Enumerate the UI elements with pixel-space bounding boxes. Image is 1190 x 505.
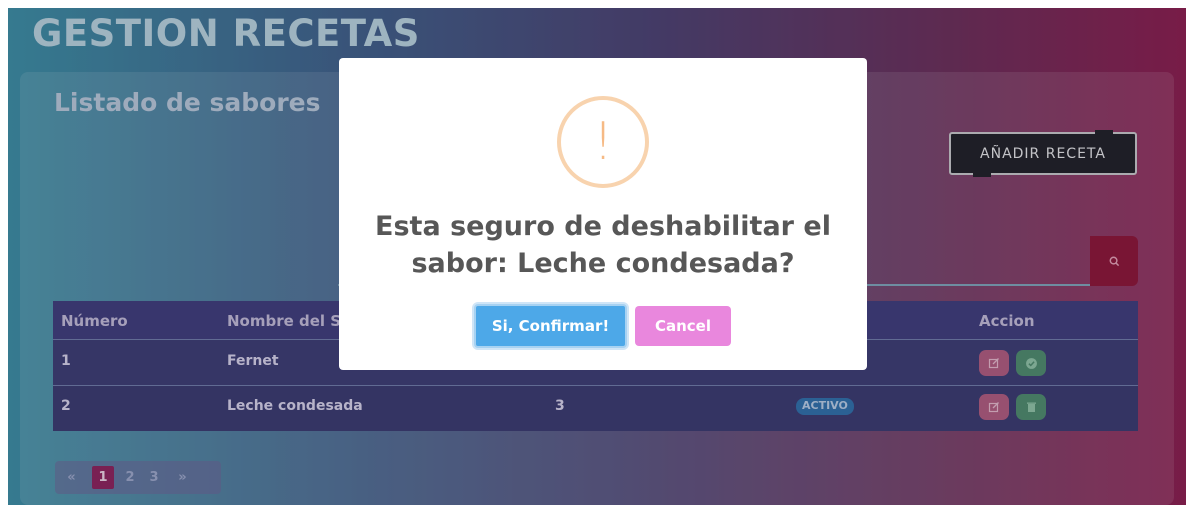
warning-icon: ! [557, 96, 649, 188]
confirm-dialog: ! Esta seguro de deshabilitar el sabor: … [339, 58, 867, 370]
cancel-button[interactable]: Cancel [635, 306, 731, 346]
dialog-message: Esta seguro de deshabilitar el sabor: Le… [375, 211, 831, 279]
confirm-button[interactable]: Si, Confirmar! [474, 304, 627, 348]
